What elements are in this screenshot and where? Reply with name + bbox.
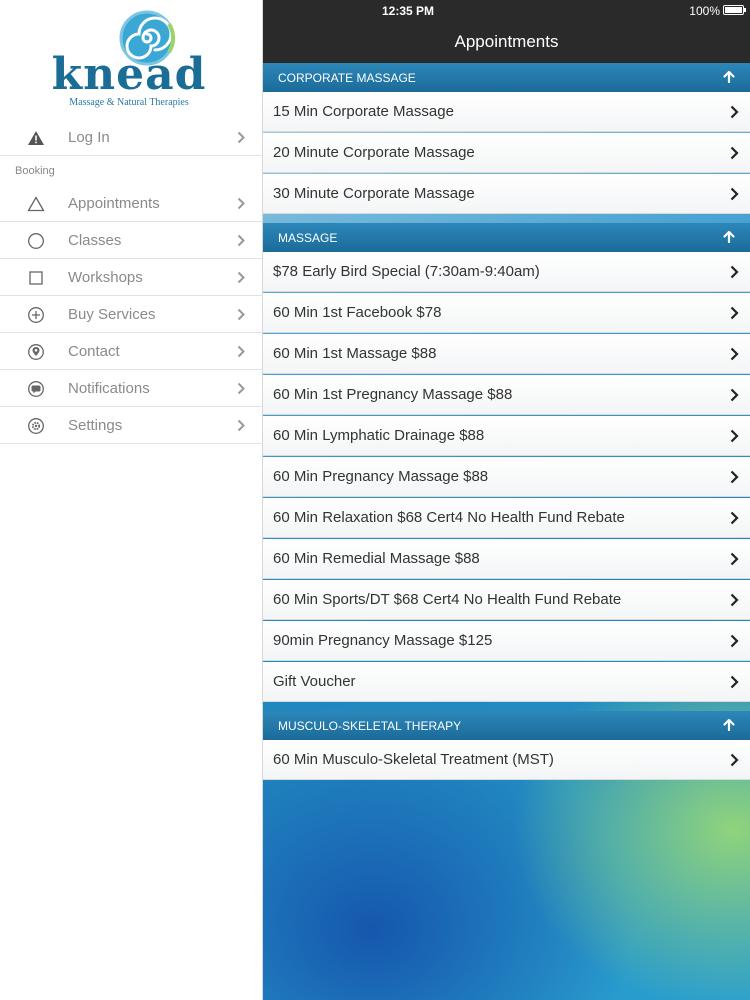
- status-time: 12:35 PM: [381, 4, 435, 18]
- chevron-right-icon: [730, 753, 739, 767]
- section-title: CORPORATE MASSAGE: [278, 71, 416, 85]
- chevron-right-icon: [730, 634, 739, 648]
- section-header-corporate-massage[interactable]: CORPORATE MASSAGE: [263, 63, 750, 92]
- list-item-label: 60 Min 1st Facebook $78: [273, 304, 442, 321]
- battery-percentage: 100%: [689, 4, 720, 18]
- sidebar-item-label: Contact: [68, 343, 120, 360]
- list-item[interactable]: 60 Min Musculo-Skeletal Treatment (MST): [263, 740, 750, 780]
- knead-logo: knead Massage & Natural Therapies: [0, 0, 262, 119]
- list-item-label: 60 Min Lymphatic Drainage $88: [273, 427, 485, 444]
- list-item[interactable]: $78 Early Bird Special (7:30am-9:40am): [263, 252, 750, 292]
- sidebar-item-settings[interactable]: Settings: [0, 407, 262, 444]
- chevron-right-icon: [237, 131, 245, 144]
- list-item-label: 60 Min Pregnancy Massage $88: [273, 468, 489, 485]
- chevron-right-icon: [730, 146, 739, 160]
- chevron-right-icon: [730, 388, 739, 402]
- section-title: MUSCULO-SKELETAL THERAPY: [278, 719, 462, 733]
- triangle-icon: [26, 194, 46, 214]
- sidebar-item-classes[interactable]: Classes: [0, 222, 262, 259]
- circle-icon: [26, 231, 46, 251]
- chat-bubble-icon: [26, 379, 46, 399]
- sidebar-item-workshops[interactable]: Workshops: [0, 259, 262, 296]
- gear-icon: [26, 416, 46, 436]
- chevron-right-icon: [730, 306, 739, 320]
- navigation-bar: 12:35 PM 100% Appointments: [263, 0, 750, 63]
- list-item-label: 60 Min Remedial Massage $88: [273, 550, 480, 567]
- brand-name: knead: [51, 49, 207, 100]
- battery-icon: [723, 5, 746, 15]
- list-item-label: Gift Voucher: [273, 673, 356, 690]
- sidebar: knead Massage & Natural Therapies Log In…: [0, 0, 263, 1000]
- list-item[interactable]: 60 Min 1st Pregnancy Massage $88: [263, 375, 750, 415]
- list-item[interactable]: 60 Min 1st Facebook $78: [263, 293, 750, 333]
- chevron-right-icon: [730, 347, 739, 361]
- chevron-right-icon: [237, 382, 245, 395]
- booking-section-header: Booking: [15, 165, 55, 177]
- sidebar-item-buy-services[interactable]: Buy Services: [0, 296, 262, 333]
- list-item-label: 60 Min 1st Pregnancy Massage $88: [273, 386, 513, 403]
- section-header-musculo-skeletal-therapy[interactable]: MUSCULO-SKELETAL THERAPY: [263, 711, 750, 740]
- list-item[interactable]: 20 Minute Corporate Massage: [263, 133, 750, 173]
- list-item[interactable]: 60 Min Remedial Massage $88: [263, 539, 750, 579]
- brand-tagline: Massage & Natural Therapies: [69, 97, 189, 108]
- list-item[interactable]: 60 Min Relaxation $68 Cert4 No Health Fu…: [263, 498, 750, 538]
- sidebar-item-label: Appointments: [68, 195, 160, 212]
- appointments-panel: 12:35 PM 100% Appointments CORPORATE MAS…: [263, 0, 750, 1000]
- arrow-up-icon: [723, 230, 735, 244]
- list-item[interactable]: 60 Min Lymphatic Drainage $88: [263, 416, 750, 456]
- list-item-label: 60 Min 1st Massage $88: [273, 345, 437, 362]
- list-item-label: $78 Early Bird Special (7:30am-9:40am): [273, 263, 540, 280]
- location-pin-icon: [26, 342, 46, 362]
- chevron-right-icon: [730, 511, 739, 525]
- chevron-right-icon: [237, 234, 245, 247]
- sidebar-item-notifications[interactable]: Notifications: [0, 370, 262, 407]
- sidebar-item-contact[interactable]: Contact: [0, 333, 262, 370]
- chevron-right-icon: [730, 675, 739, 689]
- chevron-right-icon: [730, 105, 739, 119]
- warning-icon: [26, 128, 46, 148]
- chevron-right-icon: [237, 271, 245, 284]
- plus-circle-icon: [26, 305, 46, 325]
- chevron-right-icon: [730, 429, 739, 443]
- list-item[interactable]: 60 Min Sports/DT $68 Cert4 No Health Fun…: [263, 580, 750, 620]
- list-item-label: 60 Min Sports/DT $68 Cert4 No Health Fun…: [273, 591, 622, 608]
- list-item-label: 60 Min Musculo-Skeletal Treatment (MST): [273, 751, 554, 768]
- chevron-right-icon: [730, 265, 739, 279]
- list-item[interactable]: 90min Pregnancy Massage $125: [263, 621, 750, 661]
- chevron-right-icon: [237, 345, 245, 358]
- sidebar-item-label: Log In: [68, 129, 110, 146]
- sidebar-item-label: Buy Services: [68, 306, 156, 323]
- sidebar-item-label: Classes: [68, 232, 122, 249]
- chevron-right-icon: [730, 552, 739, 566]
- sidebar-item-label: Notifications: [68, 380, 150, 397]
- list-item-label: 90min Pregnancy Massage $125: [273, 632, 493, 649]
- list-item-label: 15 Min Corporate Massage: [273, 103, 454, 120]
- list-item-label: 30 Minute Corporate Massage: [273, 185, 475, 202]
- sidebar-item-label: Settings: [68, 417, 123, 434]
- chevron-right-icon: [730, 593, 739, 607]
- list-item[interactable]: 60 Min Pregnancy Massage $88: [263, 457, 750, 497]
- list-item[interactable]: 60 Min 1st Massage $88: [263, 334, 750, 374]
- list-item[interactable]: 30 Minute Corporate Massage: [263, 174, 750, 214]
- section-title: MASSAGE: [278, 231, 338, 245]
- chevron-right-icon: [237, 197, 245, 210]
- list-item-label: 60 Min Relaxation $68 Cert4 No Health Fu…: [273, 509, 625, 526]
- sidebar-item-label: Workshops: [68, 269, 143, 286]
- chevron-right-icon: [237, 308, 245, 321]
- page-title: Appointments: [454, 32, 559, 51]
- list-item[interactable]: Gift Voucher: [263, 662, 750, 702]
- list-item[interactable]: 15 Min Corporate Massage: [263, 92, 750, 132]
- chevron-right-icon: [237, 419, 245, 432]
- list-item-label: 20 Minute Corporate Massage: [273, 144, 475, 161]
- chevron-right-icon: [730, 187, 739, 201]
- arrow-up-icon: [723, 70, 735, 84]
- sidebar-item-appointments[interactable]: Appointments: [0, 185, 262, 222]
- chevron-right-icon: [730, 470, 739, 484]
- arrow-up-icon: [723, 718, 735, 732]
- section-header-massage[interactable]: MASSAGE: [263, 223, 750, 252]
- square-icon: [26, 268, 46, 288]
- sidebar-item-log-in[interactable]: Log In: [0, 119, 262, 156]
